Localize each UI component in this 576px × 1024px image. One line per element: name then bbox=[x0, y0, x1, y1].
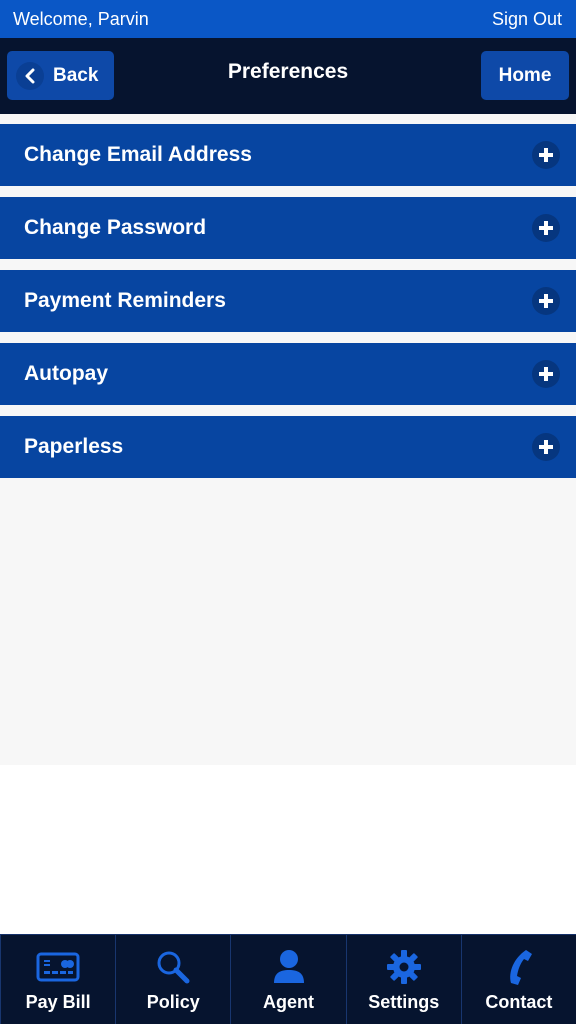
top-status-bar: Welcome, Parvin Sign Out bbox=[0, 0, 576, 38]
preference-label: Change Email Address bbox=[24, 143, 252, 166]
tab-label: Pay Bill bbox=[25, 992, 91, 1012]
bottom-tab-bar: Pay Bill Policy Agent Settings Contact bbox=[0, 934, 576, 1024]
preference-item-change-password[interactable]: Change Password bbox=[0, 197, 576, 259]
preference-label: Autopay bbox=[24, 362, 108, 385]
preference-item-payment-reminders[interactable]: Payment Reminders bbox=[0, 270, 576, 332]
navigation-bar: Back Preferences Home bbox=[0, 38, 576, 114]
person-icon bbox=[272, 947, 306, 987]
preference-label: Paperless bbox=[24, 435, 124, 458]
search-icon bbox=[155, 947, 191, 987]
plus-icon bbox=[532, 433, 560, 461]
tab-policy[interactable]: Policy bbox=[115, 935, 230, 1024]
preferences-list: Change Email Address Change Password Pay… bbox=[0, 124, 576, 489]
tab-agent[interactable]: Agent bbox=[230, 935, 345, 1024]
tab-label: Settings bbox=[368, 992, 440, 1012]
tab-settings[interactable]: Settings bbox=[345, 935, 461, 1024]
tab-label: Policy bbox=[146, 992, 200, 1012]
phone-icon bbox=[502, 947, 536, 987]
home-button[interactable]: Home bbox=[481, 51, 569, 100]
preference-item-change-email[interactable]: Change Email Address bbox=[0, 124, 576, 186]
sign-out-link[interactable]: Sign Out bbox=[492, 9, 562, 30]
preference-label: Change Password bbox=[24, 216, 207, 239]
tab-contact[interactable]: Contact bbox=[460, 935, 576, 1024]
plus-icon bbox=[532, 287, 560, 315]
welcome-text: Welcome, Parvin bbox=[13, 8, 149, 29]
tab-pay-bill[interactable]: Pay Bill bbox=[0, 935, 115, 1024]
preference-item-paperless[interactable]: Paperless bbox=[0, 416, 576, 478]
tab-label: Agent bbox=[263, 992, 314, 1012]
credit-card-icon bbox=[36, 947, 80, 987]
preferences-content: Change Email Address Change Password Pay… bbox=[0, 114, 576, 765]
preference-label: Payment Reminders bbox=[24, 289, 226, 312]
plus-icon bbox=[532, 360, 560, 388]
plus-icon bbox=[532, 141, 560, 169]
tab-label: Contact bbox=[485, 992, 553, 1012]
gear-icon bbox=[386, 947, 422, 987]
plus-icon bbox=[532, 214, 560, 242]
preference-item-autopay[interactable]: Autopay bbox=[0, 343, 576, 405]
